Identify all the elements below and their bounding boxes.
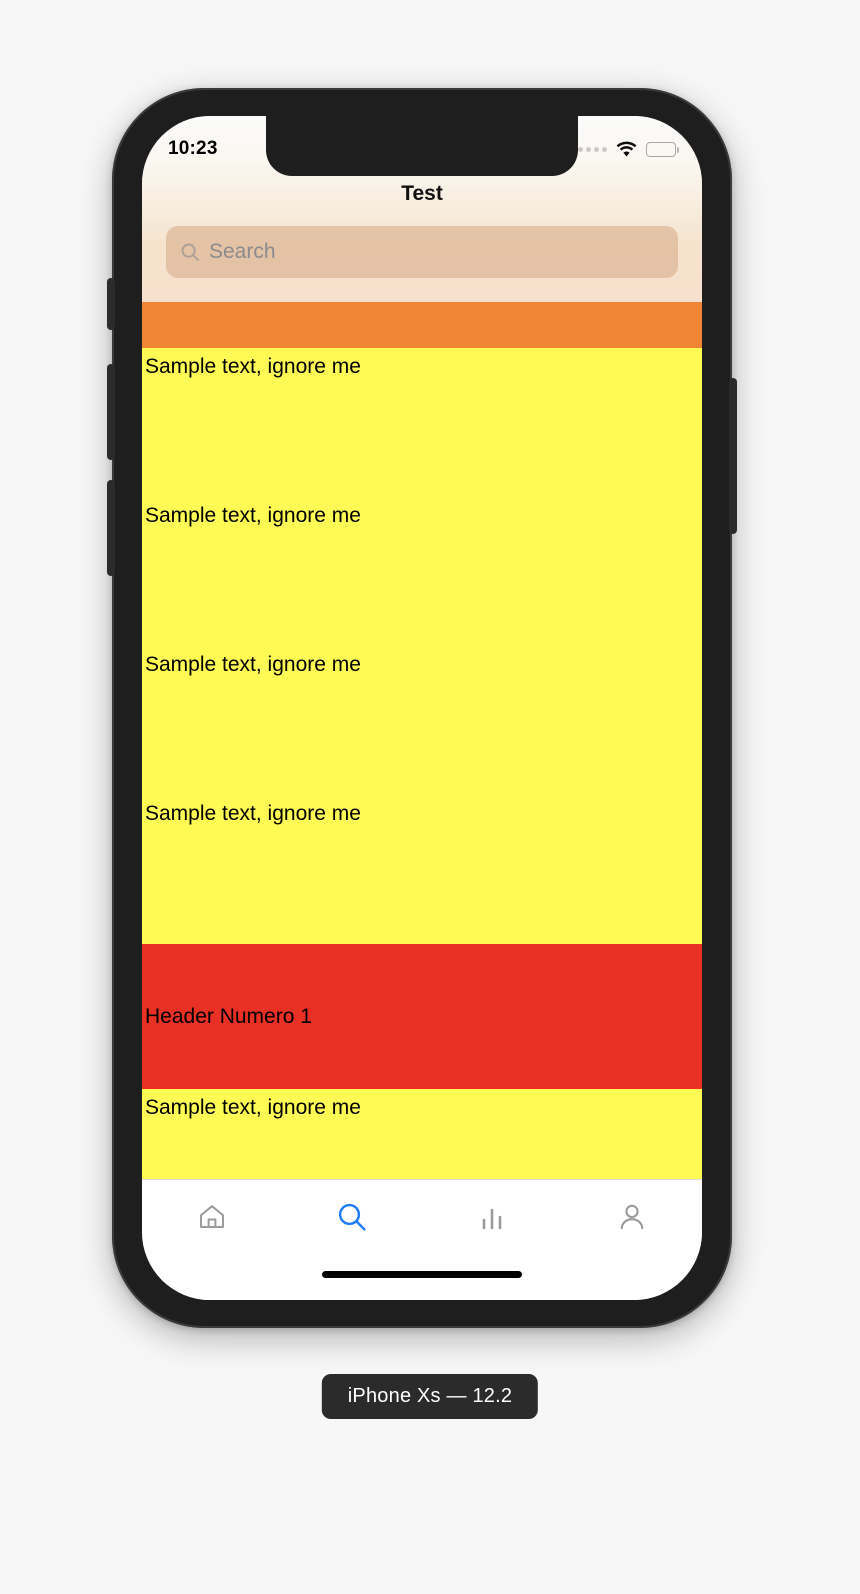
volume-up-button[interactable] [107,364,115,460]
list-item[interactable]: Sample text, ignore me [142,497,702,646]
list-item-label: Sample text, ignore me [145,355,361,378]
power-button[interactable] [729,378,737,534]
device-label: iPhone Xs — 12.2 [321,1374,539,1419]
tab-stats[interactable] [422,1194,562,1240]
search-input[interactable]: Search [209,240,276,264]
tab-bar [142,1179,702,1300]
content-list[interactable]: Sample text, ignore me Sample text, igno… [142,302,702,1179]
list-item[interactable]: Sample text, ignore me [142,646,702,795]
signal-dots-icon [578,146,607,152]
home-indicator[interactable] [322,1271,522,1278]
bar-chart-icon [478,1203,506,1231]
list-item-label: Sample text, ignore me [145,653,361,676]
search-bar-container: Search [142,226,702,302]
tab-home[interactable] [142,1194,282,1240]
wifi-icon [616,141,637,157]
notch [266,116,578,176]
silent-switch-button[interactable] [107,278,115,330]
list-item-label: Sample text, ignore me [145,1096,361,1119]
phone-frame: 10:23 Test Search Sample text, ignore me… [107,88,737,1328]
status-time: 10:23 [168,138,218,159]
orange-band [142,302,702,348]
list-item[interactable]: Sample text, ignore me [142,1089,702,1179]
list-item[interactable]: Sample text, ignore me [142,795,702,944]
section-header: Header Numero 1 [142,944,702,1089]
person-icon [617,1202,647,1232]
device-screen: 10:23 Test Search Sample text, ignore me… [142,116,702,1300]
search-bar[interactable]: Search [166,226,678,278]
list-item-label: Sample text, ignore me [145,802,361,825]
list-item-label: Sample text, ignore me [145,504,361,527]
tab-search[interactable] [282,1194,422,1240]
home-icon [197,1202,227,1232]
status-indicators [578,141,680,157]
battery-full-icon [646,141,680,157]
search-icon [180,242,200,262]
search-icon [336,1201,368,1233]
page-title: Test [401,182,443,205]
volume-down-button[interactable] [107,480,115,576]
section-header-label: Header Numero 1 [145,1004,312,1028]
list-item[interactable]: Sample text, ignore me [142,348,702,497]
screenshot-canvas: 10:23 Test Search Sample text, ignore me… [0,0,860,1594]
tab-profile[interactable] [562,1194,702,1240]
